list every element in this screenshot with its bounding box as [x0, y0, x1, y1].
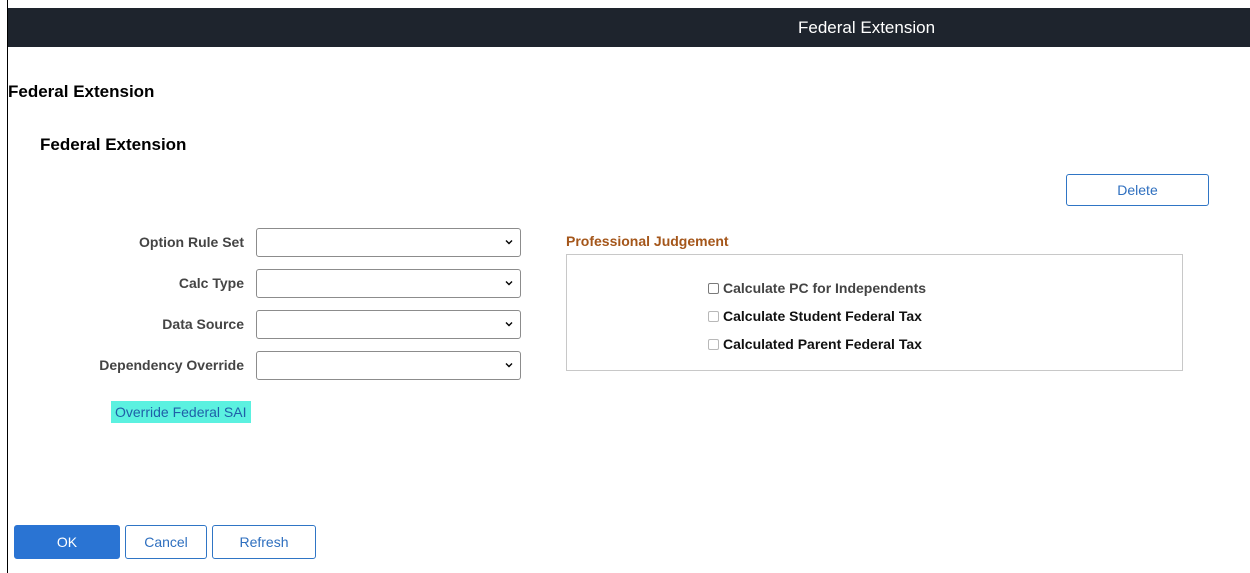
calc-type-select[interactable] — [256, 269, 521, 298]
title-bar: Federal Extension — [8, 8, 1250, 47]
page-title: Federal Extension — [8, 82, 155, 101]
calc-type-label: Calc Type — [178, 275, 244, 291]
calculate-student-federal-tax-label: Calculate Student Federal Tax — [723, 308, 922, 324]
option-rule-set-select[interactable] — [256, 228, 521, 257]
ok-button[interactable]: OK — [14, 525, 120, 559]
calculated-parent-federal-tax-option[interactable]: Calculated Parent Federal Tax — [708, 336, 922, 352]
calculated-parent-federal-tax-label: Calculated Parent Federal Tax — [723, 336, 922, 352]
chevron-down-icon — [505, 322, 513, 327]
chevron-down-icon — [505, 363, 513, 368]
data-source-label: Data Source — [162, 316, 244, 332]
calculate-student-federal-tax-option[interactable]: Calculate Student Federal Tax — [708, 308, 922, 324]
calculate-pc-independents-label: Calculate PC for Independents — [723, 280, 927, 296]
refresh-button[interactable]: Refresh — [212, 525, 316, 559]
data-source-select[interactable] — [256, 310, 521, 339]
professional-judgement-heading: Professional Judgement — [566, 233, 729, 249]
delete-button[interactable]: Delete — [1066, 174, 1209, 206]
calculate-student-federal-tax-checkbox[interactable] — [708, 310, 719, 322]
section-title: Federal Extension — [40, 135, 187, 154]
calculate-pc-independents-option[interactable]: Calculate PC for Independents — [708, 280, 926, 296]
cancel-button[interactable]: Cancel — [125, 525, 207, 559]
option-rule-set-label: Option Rule Set — [139, 234, 244, 250]
calculate-pc-independents-checkbox[interactable] — [708, 282, 719, 294]
chevron-down-icon — [505, 240, 513, 245]
chevron-down-icon — [505, 281, 513, 286]
override-federal-sai-link[interactable]: Override Federal SAI — [111, 401, 251, 423]
calculated-parent-federal-tax-checkbox[interactable] — [708, 338, 719, 350]
dependency-override-label: Dependency Override — [99, 357, 244, 373]
window-title: Federal Extension — [798, 18, 936, 37]
dependency-override-select[interactable] — [256, 351, 521, 380]
